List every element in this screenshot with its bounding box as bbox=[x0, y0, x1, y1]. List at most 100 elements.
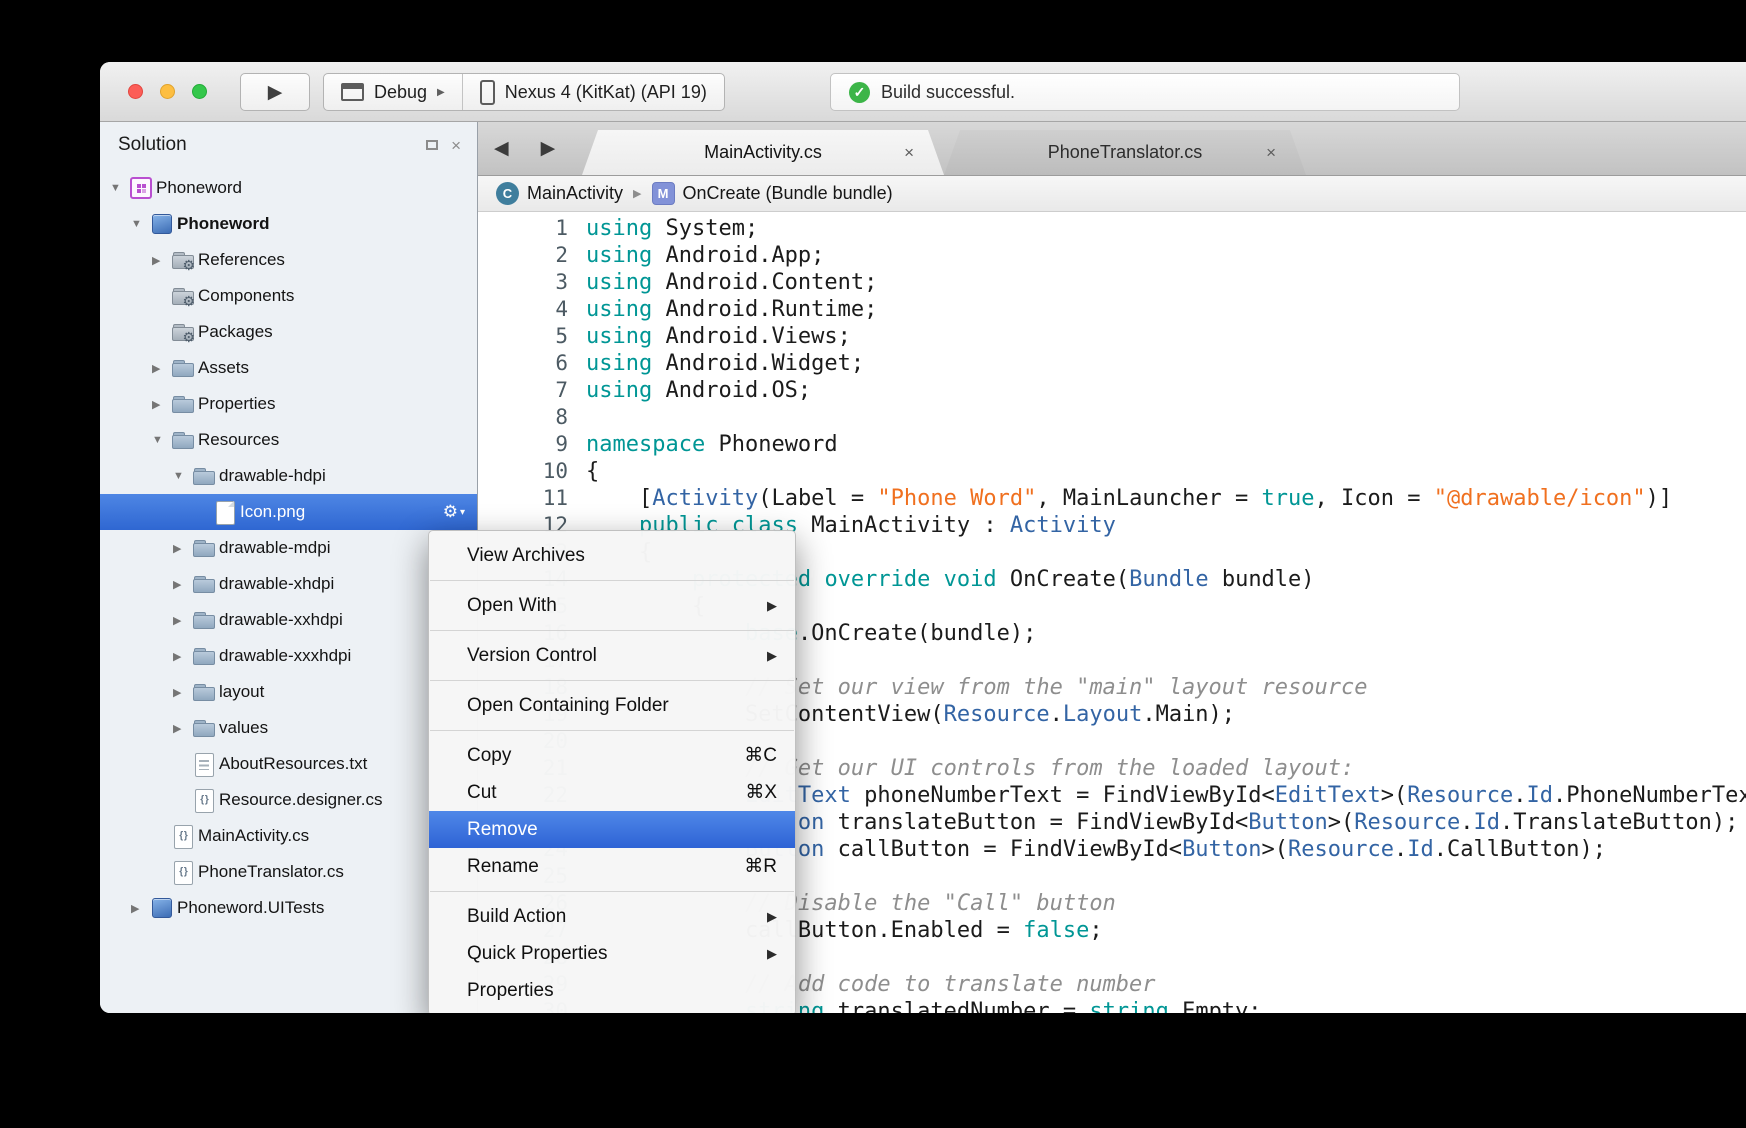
menu-item-rename[interactable]: Rename⌘R bbox=[429, 848, 795, 885]
line-number: 7 bbox=[478, 377, 586, 404]
close-tab-icon[interactable]: × bbox=[904, 143, 914, 163]
file-cs-icon bbox=[171, 824, 195, 848]
tree-item-phoneword[interactable]: ▼ Phoneword bbox=[100, 206, 477, 242]
line-number: 2 bbox=[478, 242, 586, 269]
configuration-selector[interactable]: Debug ▶ bbox=[324, 74, 462, 110]
menu-item-copy[interactable]: Copy⌘C bbox=[429, 737, 795, 774]
tree-item-values[interactable]: ▶values bbox=[100, 710, 477, 746]
tree-item-icon-png[interactable]: Icon.png⚙▾ bbox=[100, 494, 477, 530]
expander-icon[interactable]: ▶ bbox=[173, 650, 192, 663]
menu-item-open-with[interactable]: Open With▶ bbox=[429, 587, 795, 624]
close-pad-icon[interactable]: × bbox=[451, 137, 461, 154]
tree-item-drawable-hdpi[interactable]: ▼drawable-hdpi bbox=[100, 458, 477, 494]
menu-item-properties[interactable]: Properties bbox=[429, 972, 795, 1009]
tab-label: PhoneTranslator.cs bbox=[1048, 142, 1202, 163]
class-icon: C bbox=[496, 182, 519, 205]
expander-icon[interactable]: ▶ bbox=[152, 398, 171, 411]
tree-item-resource-designer-cs[interactable]: Resource.designer.cs bbox=[100, 782, 477, 818]
close-tab-icon[interactable]: × bbox=[1266, 143, 1276, 163]
file-icon bbox=[213, 500, 237, 524]
menu-item-remove[interactable]: Remove bbox=[429, 811, 795, 848]
device-selector[interactable]: Nexus 4 (KitKat) (API 19) bbox=[462, 74, 724, 110]
item-options-button[interactable]: ⚙▾ bbox=[443, 502, 465, 522]
target-selector: Debug ▶ Nexus 4 (KitKat) (API 19) bbox=[323, 73, 725, 111]
tab-bar: ◀ ▶ MainActivity.cs × PhoneTranslator.cs × bbox=[478, 122, 1746, 176]
code-line: 11 [Activity(Label = "Phone Word", MainL… bbox=[478, 485, 1746, 512]
run-button[interactable]: ▶ bbox=[240, 73, 310, 111]
breadcrumb-label: OnCreate (Bundle bundle) bbox=[683, 183, 893, 204]
tree-item-phoneword[interactable]: ▼Phoneword bbox=[100, 170, 477, 206]
tree-item-properties[interactable]: ▶Properties bbox=[100, 386, 477, 422]
minimize-window-button[interactable] bbox=[160, 84, 175, 99]
tree-item-resources[interactable]: ▼Resources bbox=[100, 422, 477, 458]
gear-overlay-icon: ⚙ bbox=[182, 294, 195, 308]
tree-item-label: MainActivity.cs bbox=[198, 826, 309, 846]
gear-overlay-icon: ⚙ bbox=[182, 330, 195, 344]
build-status[interactable]: ✓ Build successful. bbox=[830, 73, 1460, 111]
menu-item-cut[interactable]: Cut⌘X bbox=[429, 774, 795, 811]
expander-icon[interactable]: ▶ bbox=[152, 254, 171, 267]
expander-icon[interactable]: ▶ bbox=[173, 722, 192, 735]
tree-item-phonetranslator-cs[interactable]: PhoneTranslator.cs bbox=[100, 854, 477, 890]
expander-icon[interactable]: ▶ bbox=[173, 614, 192, 627]
tree-item-aboutresources-txt[interactable]: AboutResources.txt bbox=[100, 746, 477, 782]
tab-label: MainActivity.cs bbox=[704, 142, 822, 163]
menu-item-version-control[interactable]: Version Control▶ bbox=[429, 637, 795, 674]
breadcrumb-item-oncreate-bundle-bundle[interactable]: M OnCreate (Bundle bundle) bbox=[652, 182, 893, 205]
folder-gear-icon: ⚙ bbox=[171, 248, 195, 272]
tab-mainactivity-cs[interactable]: MainActivity.cs × bbox=[582, 130, 944, 175]
line-number: 5 bbox=[478, 323, 586, 350]
tree-item-drawable-xxxhdpi[interactable]: ▶drawable-xxxhdpi bbox=[100, 638, 477, 674]
tree-item-components[interactable]: ⚙Components bbox=[100, 278, 477, 314]
menu-item-build-action[interactable]: Build Action▶ bbox=[429, 898, 795, 935]
expander-icon[interactable]: ▼ bbox=[110, 182, 129, 194]
folder-icon bbox=[192, 608, 216, 632]
expander-icon[interactable]: ▼ bbox=[173, 470, 192, 482]
menu-item-label: Open Containing Folder bbox=[467, 695, 669, 717]
navigation-arrows: ◀ ▶ bbox=[494, 122, 555, 175]
tree-item-layout[interactable]: ▶layout bbox=[100, 674, 477, 710]
zoom-window-button[interactable] bbox=[192, 84, 207, 99]
code-text: { bbox=[586, 458, 599, 485]
menu-shortcut: ⌘R bbox=[744, 855, 777, 878]
pad-controls: × bbox=[426, 137, 461, 154]
tree-item-drawable-xxhdpi[interactable]: ▶drawable-xxhdpi bbox=[100, 602, 477, 638]
menu-item-open-containing-folder[interactable]: Open Containing Folder bbox=[429, 687, 795, 724]
tree-item-references[interactable]: ▶⚙References bbox=[100, 242, 477, 278]
breadcrumb-item-mainactivity[interactable]: CMainActivity bbox=[496, 182, 623, 205]
tree-item-drawable-mdpi[interactable]: ▶drawable-mdpi bbox=[100, 530, 477, 566]
tree-item-assets[interactable]: ▶Assets bbox=[100, 350, 477, 386]
project-icon bbox=[150, 212, 174, 236]
close-window-button[interactable] bbox=[128, 84, 143, 99]
folder-icon bbox=[171, 392, 195, 416]
expander-icon[interactable]: ▶ bbox=[152, 362, 171, 375]
expander-icon[interactable]: ▶ bbox=[131, 902, 150, 915]
code-line: 6using Android.Widget; bbox=[478, 350, 1746, 377]
expander-icon[interactable]: ▶ bbox=[173, 542, 192, 555]
navigate-back-button[interactable]: ◀ bbox=[494, 137, 509, 160]
expander-icon[interactable]: ▼ bbox=[131, 218, 150, 230]
line-number: 10 bbox=[478, 458, 586, 485]
tree-item-label: Phoneword bbox=[177, 214, 270, 234]
expander-icon[interactable]: ▼ bbox=[152, 434, 171, 446]
code-text: using Android.App; bbox=[586, 242, 824, 269]
tree-item-packages[interactable]: ⚙Packages bbox=[100, 314, 477, 350]
code-text: using Android.Runtime; bbox=[586, 296, 877, 323]
tab-phonetranslator-cs[interactable]: PhoneTranslator.cs × bbox=[944, 130, 1306, 175]
expander-icon[interactable]: ▶ bbox=[173, 686, 192, 699]
menu-item-quick-properties[interactable]: Quick Properties▶ bbox=[429, 935, 795, 972]
menu-item-view-archives[interactable]: View Archives bbox=[429, 537, 795, 574]
method-icon: M bbox=[652, 182, 675, 205]
tree-item-phoneword-uitests[interactable]: ▶Phoneword.UITests bbox=[100, 890, 477, 926]
line-number: 11 bbox=[478, 485, 586, 512]
tree-item-drawable-xhdpi[interactable]: ▶drawable-xhdpi bbox=[100, 566, 477, 602]
dock-pad-icon[interactable] bbox=[426, 140, 438, 150]
menu-item-label: Copy bbox=[467, 745, 511, 767]
file-cs-icon bbox=[192, 788, 216, 812]
menu-item-label: View Archives bbox=[467, 545, 585, 567]
tree-item-label: Packages bbox=[198, 322, 273, 342]
expander-icon[interactable]: ▶ bbox=[173, 578, 192, 591]
tree-item-mainactivity-cs[interactable]: MainActivity.cs bbox=[100, 818, 477, 854]
navigate-forward-button[interactable]: ▶ bbox=[541, 137, 556, 160]
folder-icon bbox=[192, 572, 216, 596]
